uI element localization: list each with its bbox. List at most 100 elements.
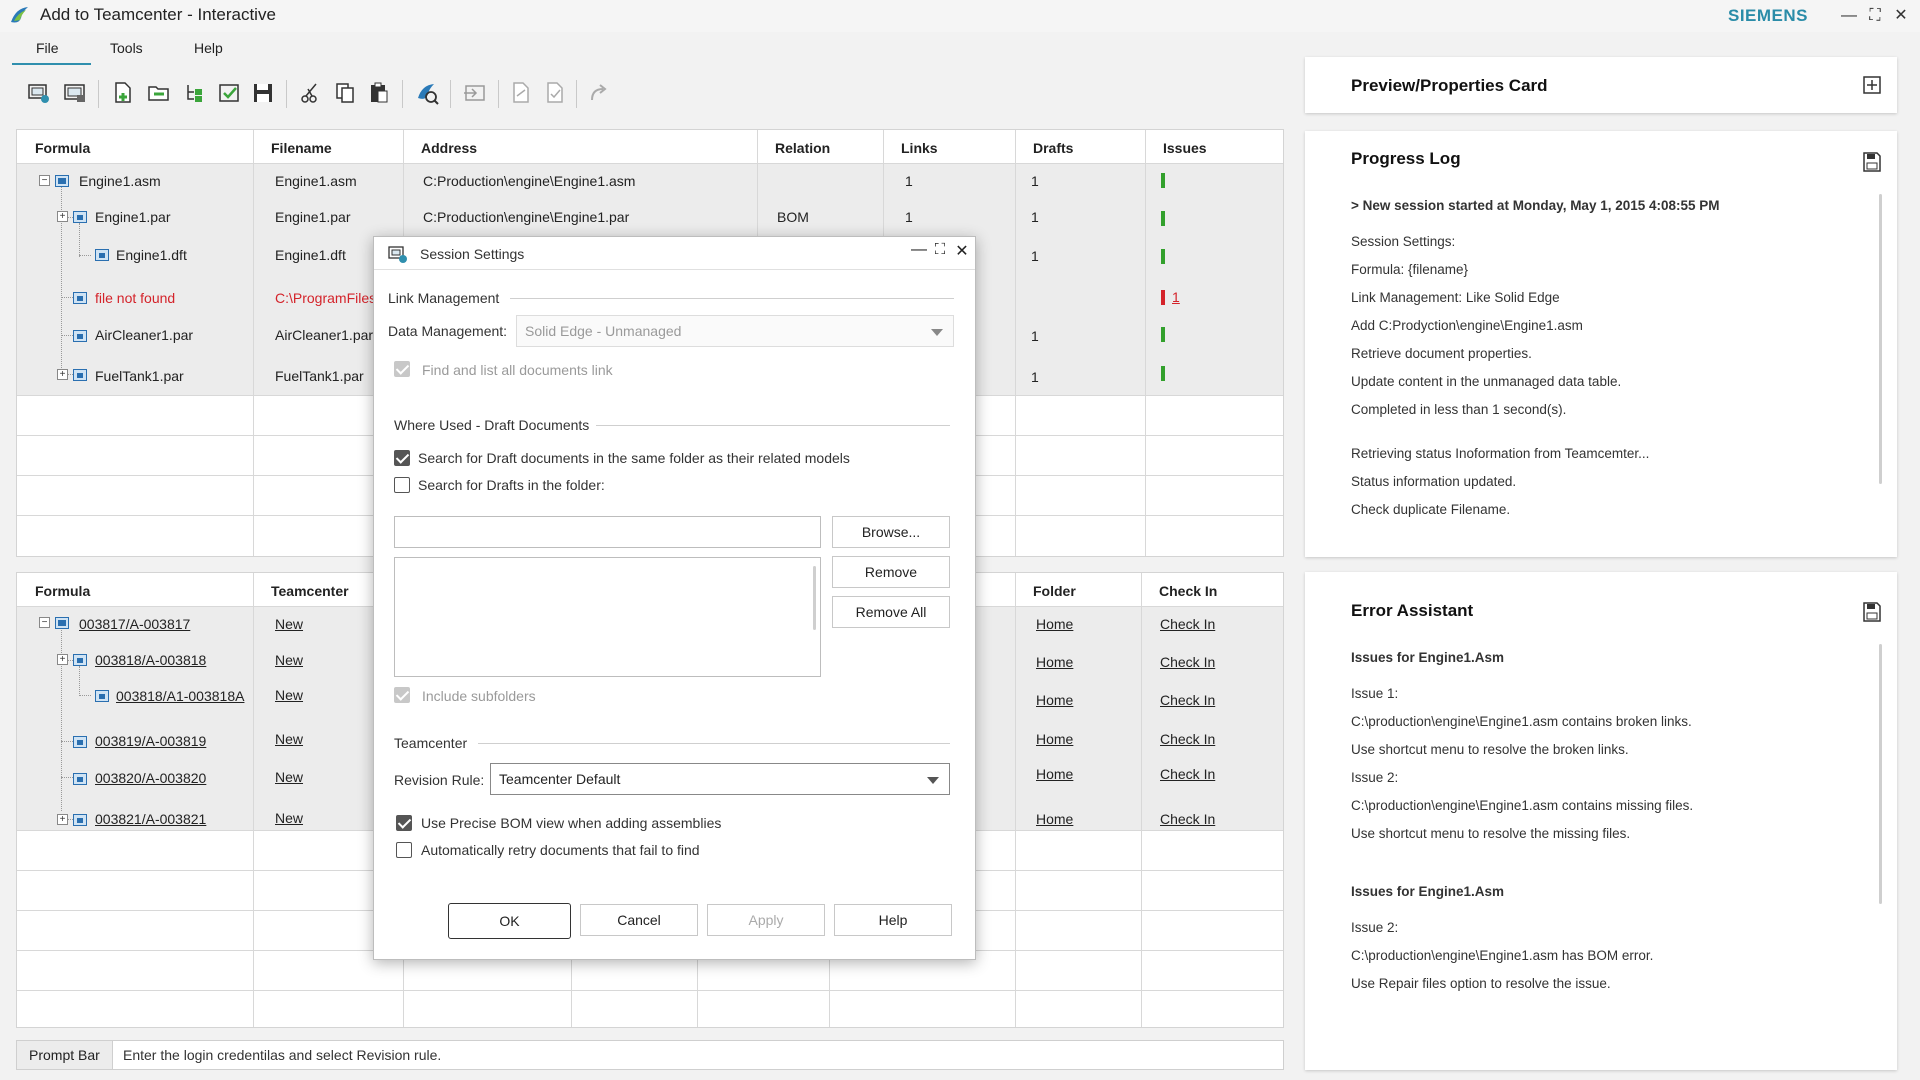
- col-header-issues[interactable]: Issues: [1145, 130, 1283, 163]
- dialog-maximize-button[interactable]: ⛶: [930, 241, 950, 263]
- maximize-button[interactable]: ⛶: [1862, 3, 1888, 29]
- item-id-link[interactable]: 003820/A-003820: [95, 770, 206, 786]
- row-formula[interactable]: AirCleaner1.par: [95, 327, 193, 343]
- session-settings-dialog: Session Settings — ⛶ ✕ Link Management D…: [373, 236, 976, 960]
- cut-icon[interactable]: [298, 80, 324, 106]
- row-formula[interactable]: Engine1.asm: [79, 173, 161, 189]
- save-log-icon[interactable]: [1863, 152, 1881, 172]
- remove-button[interactable]: Remove: [832, 556, 950, 588]
- check-in-link[interactable]: Check In: [1160, 766, 1215, 782]
- col-header-drafts[interactable]: Drafts: [1015, 130, 1145, 163]
- col-header-folder[interactable]: Folder: [1015, 573, 1141, 606]
- col-header-relation[interactable]: Relation: [757, 130, 883, 163]
- folder-link[interactable]: Home: [1036, 811, 1073, 827]
- remove-all-button[interactable]: Remove All: [832, 596, 950, 628]
- teamcenter-status-link[interactable]: New: [275, 810, 303, 826]
- check-icon[interactable]: [216, 80, 242, 106]
- item-id-link[interactable]: 003818/A1-003818A: [116, 688, 244, 704]
- menu-help[interactable]: Help: [190, 40, 227, 56]
- check-in-link[interactable]: Check In: [1160, 731, 1215, 747]
- minimize-button[interactable]: —: [1836, 3, 1862, 29]
- check-in-link[interactable]: Check In: [1160, 692, 1215, 708]
- teamcenter-status-link[interactable]: New: [275, 652, 303, 668]
- expand-panel-icon[interactable]: [1863, 76, 1881, 94]
- browse-button[interactable]: Browse...: [832, 516, 950, 548]
- folder-list-scrollbar[interactable]: [813, 566, 816, 630]
- dialog-close-button[interactable]: ✕: [952, 241, 972, 263]
- redo-icon[interactable]: [586, 80, 612, 106]
- expand-toggle[interactable]: +: [57, 211, 68, 222]
- error-assistant-scrollbar[interactable]: [1879, 644, 1882, 904]
- part-file-icon: [73, 210, 87, 223]
- check-out-icon[interactable]: [508, 80, 534, 106]
- add-folder-icon[interactable]: [146, 80, 172, 106]
- revision-rule-select[interactable]: Teamcenter Default: [490, 763, 950, 795]
- search-in-folder-checkbox[interactable]: [394, 477, 410, 493]
- search-same-folder-checkbox[interactable]: [394, 450, 410, 466]
- progress-log-scrollbar[interactable]: [1879, 194, 1882, 484]
- row-formula[interactable]: file not found: [95, 290, 175, 306]
- add-tree-icon[interactable]: [182, 80, 208, 106]
- teamcenter-status-link[interactable]: New: [275, 687, 303, 703]
- folder-link[interactable]: Home: [1036, 654, 1073, 670]
- add-file-icon[interactable]: [110, 80, 136, 106]
- save-session-icon[interactable]: [62, 80, 88, 106]
- open-session-icon[interactable]: [26, 80, 52, 106]
- ok-button[interactable]: OK: [448, 903, 571, 939]
- help-button[interactable]: Help: [834, 904, 952, 936]
- folder-link[interactable]: Home: [1036, 616, 1073, 632]
- folder-list[interactable]: [394, 557, 821, 677]
- item-id-link[interactable]: 003818/A-003818: [95, 652, 206, 668]
- col-header-filename[interactable]: Filename: [253, 130, 403, 163]
- expand-toggle[interactable]: +: [57, 814, 68, 825]
- apply-button[interactable]: Apply: [707, 904, 825, 936]
- folder-link[interactable]: Home: [1036, 731, 1073, 747]
- check-in-link[interactable]: Check In: [1160, 811, 1215, 827]
- data-management-value: Solid Edge - Unmanaged: [525, 323, 682, 339]
- chevron-down-icon: [927, 777, 939, 784]
- error-line: Issue 2:: [1351, 920, 1399, 935]
- save-errors-icon[interactable]: [1863, 602, 1881, 622]
- teamcenter-status-link[interactable]: New: [275, 769, 303, 785]
- collapse-toggle[interactable]: −: [39, 175, 50, 186]
- check-in-icon[interactable]: [542, 80, 568, 106]
- save-icon[interactable]: [250, 80, 276, 106]
- col-header-formula[interactable]: Formula: [17, 130, 253, 163]
- auto-retry-checkbox[interactable]: [396, 842, 412, 858]
- folder-path-input[interactable]: [394, 516, 821, 548]
- row-formula[interactable]: Engine1.dft: [116, 247, 187, 263]
- close-button[interactable]: ✕: [1888, 3, 1914, 29]
- teamcenter-status-link[interactable]: New: [275, 616, 303, 632]
- part-item-icon: [73, 772, 87, 785]
- item-id-link[interactable]: 003817/A-003817: [79, 616, 190, 632]
- import-icon[interactable]: [462, 80, 488, 106]
- menu-file[interactable]: File: [32, 40, 63, 56]
- row-formula[interactable]: Engine1.par: [95, 209, 171, 225]
- teamcenter-search-icon[interactable]: [414, 80, 440, 106]
- check-in-link[interactable]: Check In: [1160, 654, 1215, 670]
- error-line: C:\production\engine\Engine1.asm contain…: [1351, 798, 1694, 813]
- menu-tools[interactable]: Tools: [106, 40, 147, 56]
- precise-bom-checkbox[interactable]: [396, 815, 412, 831]
- check-in-link[interactable]: Check In: [1160, 616, 1215, 632]
- col-header-check-in[interactable]: Check In: [1141, 573, 1283, 606]
- collapse-toggle[interactable]: −: [39, 617, 50, 628]
- folder-link[interactable]: Home: [1036, 766, 1073, 782]
- item-id-link[interactable]: 003821/A-003821: [95, 811, 206, 827]
- teamcenter-status-link[interactable]: New: [275, 731, 303, 747]
- dialog-minimize-button[interactable]: —: [909, 241, 929, 263]
- paste-icon[interactable]: [366, 80, 392, 106]
- folder-link[interactable]: Home: [1036, 692, 1073, 708]
- item-id-link[interactable]: 003819/A-003819: [95, 733, 206, 749]
- expand-toggle[interactable]: +: [57, 654, 68, 665]
- expand-toggle[interactable]: +: [57, 369, 68, 380]
- col-header-links[interactable]: Links: [883, 130, 1015, 163]
- issue-count-link[interactable]: 1: [1172, 289, 1180, 305]
- solid-edge-logo-icon: [8, 4, 32, 28]
- log-line: Formula: {filename}: [1351, 262, 1469, 277]
- row-formula[interactable]: FuelTank1.par: [95, 368, 184, 384]
- copy-icon[interactable]: [332, 80, 358, 106]
- cancel-button[interactable]: Cancel: [580, 904, 698, 936]
- col-header-address[interactable]: Address: [403, 130, 757, 163]
- col-header-formula[interactable]: Formula: [17, 573, 253, 606]
